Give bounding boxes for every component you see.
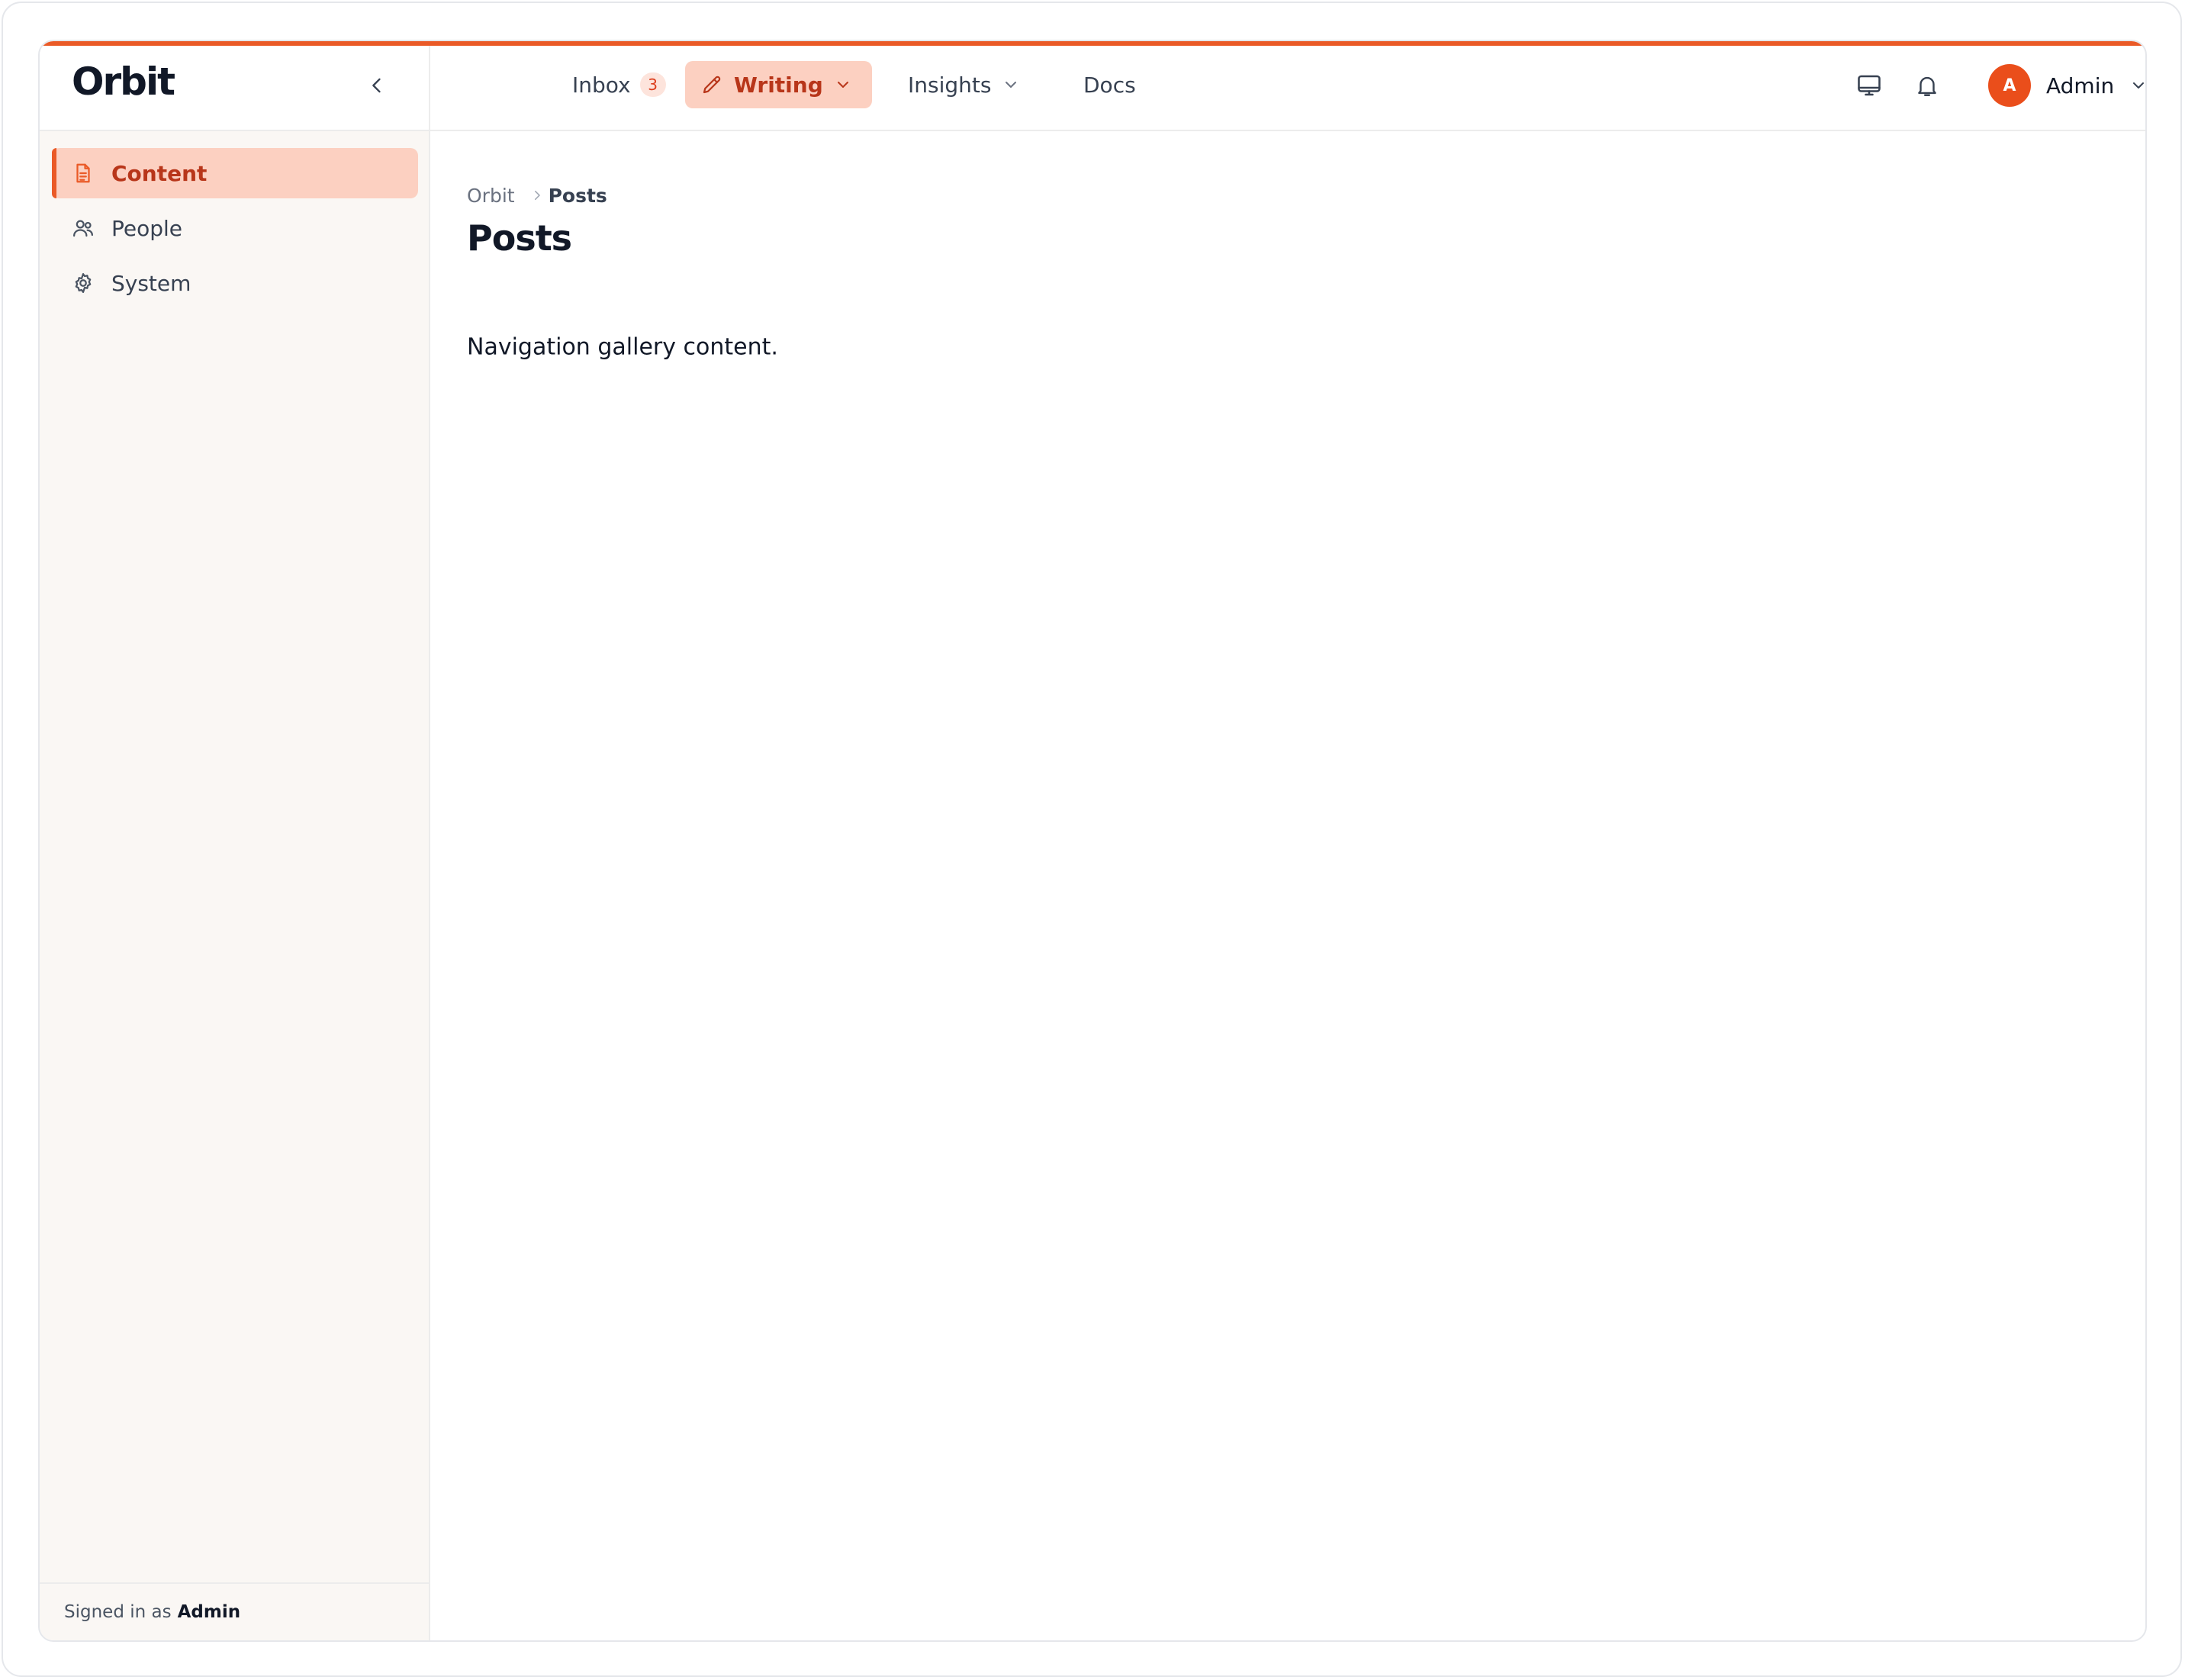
tab-writing[interactable]: Writing: [685, 61, 872, 108]
tab-label: Writing: [734, 72, 823, 98]
chevron-down-icon: [2129, 76, 2145, 95]
breadcrumb-current: Posts: [548, 184, 607, 207]
app-frame: Orbit Content People System Signed in as…: [38, 40, 2147, 1642]
chevron-left-icon: [372, 78, 381, 93]
sidebar: Orbit Content People System Signed in as…: [40, 41, 430, 1640]
breadcrumb: Orbit Posts: [467, 180, 607, 211]
sidebar-item-label: System: [111, 270, 191, 296]
logo-row: Orbit: [40, 41, 429, 131]
breadcrumb-root[interactable]: Orbit: [467, 185, 515, 207]
chevron-right-icon: [530, 188, 544, 202]
gear-icon: [72, 272, 95, 294]
tab-insights[interactable]: Insights: [908, 61, 1020, 108]
chevron-down-icon: [1002, 76, 1020, 94]
tab-docs[interactable]: Docs: [1083, 61, 1136, 108]
user-name: Admin: [2046, 72, 2115, 98]
sidebar-item-content[interactable]: Content: [52, 148, 418, 198]
user-menu[interactable]: A Admin: [1988, 64, 2145, 107]
monitor-icon: [1858, 75, 1881, 96]
tab-label: Insights: [908, 72, 992, 98]
signed-in-user: Admin: [177, 1602, 241, 1622]
chevron-down-icon: [834, 76, 852, 94]
notifications-button[interactable]: [1910, 69, 1944, 102]
page-body-text: Navigation gallery content.: [467, 333, 778, 361]
main-content: Orbit Posts Posts Navigation gallery con…: [467, 131, 2145, 1640]
tab-inbox[interactable]: Inbox 3: [572, 61, 666, 108]
sidebar-item-label: People: [111, 215, 183, 241]
users-icon: [72, 217, 95, 240]
sidebar-item-people[interactable]: People: [52, 203, 418, 253]
top-accent-bar: [40, 41, 2145, 46]
tab-label: Inbox: [572, 72, 631, 98]
sidebar-nav: Content People System: [52, 148, 418, 313]
tab-label: Docs: [1083, 72, 1136, 98]
pencil-icon: [700, 73, 723, 96]
signed-in-label: Signed in as: [64, 1602, 172, 1622]
collapse-sidebar-button[interactable]: [359, 67, 395, 104]
document-icon: [72, 162, 95, 185]
display-settings-button[interactable]: [1852, 69, 1886, 102]
page-title: Posts: [467, 217, 572, 259]
avatar: A: [1988, 64, 2031, 107]
inbox-count-badge: 3: [639, 72, 666, 97]
top-header: Inbox 3 Writing Insights Docs A Admin: [430, 41, 2145, 131]
bell-icon: [1918, 76, 1936, 96]
app-logo[interactable]: Orbit: [72, 60, 175, 104]
sidebar-item-label: Content: [111, 160, 208, 186]
sidebar-item-system[interactable]: System: [52, 258, 418, 308]
sidebar-footer: Signed in as Admin: [40, 1582, 429, 1640]
